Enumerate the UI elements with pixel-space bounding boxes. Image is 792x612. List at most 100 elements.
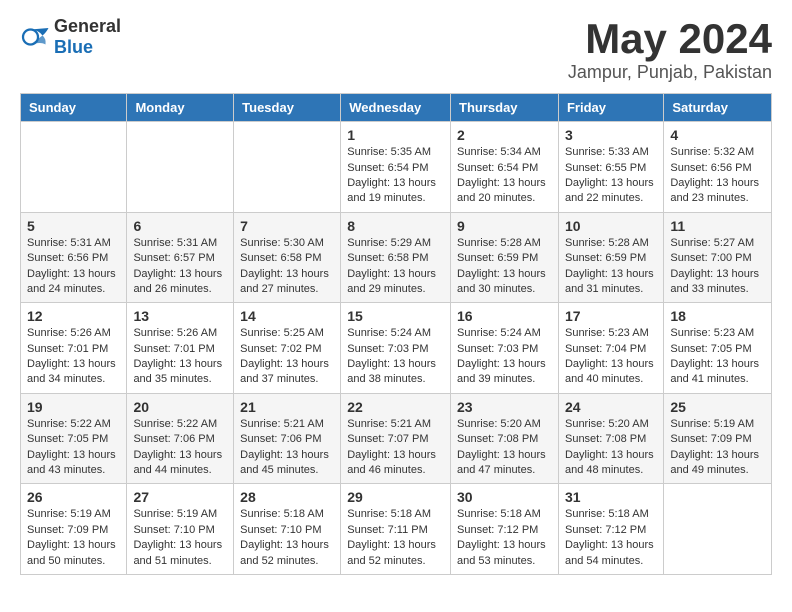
calendar-cell: 31 Sunrise: 5:18 AM Sunset: 7:12 PM Dayli… bbox=[558, 484, 663, 575]
day-number: 11 bbox=[670, 218, 765, 234]
calendar-cell: 23 Sunrise: 5:20 AM Sunset: 7:08 PM Dayli… bbox=[451, 393, 559, 484]
day-info: Sunrise: 5:28 AM Sunset: 6:59 PM Dayligh… bbox=[565, 236, 657, 298]
day-info: Sunrise: 5:18 AM Sunset: 7:10 PM Dayligh… bbox=[240, 507, 334, 569]
day-number: 5 bbox=[27, 218, 120, 234]
calendar-cell: 29Sunrise: 5:18 AM Sunset: 7:11 PM Dayli… bbox=[341, 484, 451, 575]
day-number: 10 bbox=[565, 218, 657, 234]
day-number: 28 bbox=[240, 489, 334, 505]
calendar-cell: 21 Sunrise: 5:21 AM Sunset: 7:06 PM Dayli… bbox=[234, 393, 341, 484]
calendar-week-row: 26 Sunrise: 5:19 AM Sunset: 7:09 PM Dayli… bbox=[21, 484, 772, 575]
weekday-header: Wednesday bbox=[341, 94, 451, 122]
day-number: 13 bbox=[133, 308, 227, 324]
day-info: Sunrise: 5:31 AM Sunset: 6:56 PM Dayligh… bbox=[27, 236, 120, 298]
day-info: Sunrise: 5:23 AM Sunset: 7:05 PM Dayligh… bbox=[670, 326, 765, 388]
logo-general-text: General bbox=[54, 16, 121, 37]
calendar-cell bbox=[127, 122, 234, 213]
day-info: Sunrise: 5:19 AM Sunset: 7:09 PM Dayligh… bbox=[670, 417, 765, 479]
calendar-cell: 28 Sunrise: 5:18 AM Sunset: 7:10 PM Dayli… bbox=[234, 484, 341, 575]
calendar-cell bbox=[234, 122, 341, 213]
day-number: 15 bbox=[347, 308, 444, 324]
header: General Blue May 2024 Jampur, Punjab, Pa… bbox=[20, 16, 772, 83]
calendar-cell: 7 Sunrise: 5:30 AM Sunset: 6:58 PM Daylig… bbox=[234, 212, 341, 303]
day-info: Sunrise: 5:24 AM Sunset: 7:03 PM Dayligh… bbox=[347, 326, 444, 388]
day-info: Sunrise: 5:21 AM Sunset: 7:07 PM Dayligh… bbox=[347, 417, 444, 479]
day-number: 8 bbox=[347, 218, 444, 234]
calendar-cell: 26 Sunrise: 5:19 AM Sunset: 7:09 PM Dayli… bbox=[21, 484, 127, 575]
weekday-header: Tuesday bbox=[234, 94, 341, 122]
day-number: 14 bbox=[240, 308, 334, 324]
calendar-cell: 22 Sunrise: 5:21 AM Sunset: 7:07 PM Dayli… bbox=[341, 393, 451, 484]
day-number: 1 bbox=[347, 127, 444, 143]
weekday-header: Friday bbox=[558, 94, 663, 122]
day-info: Sunrise: 5:21 AM Sunset: 7:06 PM Dayligh… bbox=[240, 417, 334, 479]
calendar-cell: 1 Sunrise: 5:35 AM Sunset: 6:54 PM Daylig… bbox=[341, 122, 451, 213]
calendar-cell: 6 Sunrise: 5:31 AM Sunset: 6:57 PM Daylig… bbox=[127, 212, 234, 303]
day-number: 21 bbox=[240, 399, 334, 415]
day-info: Sunrise: 5:31 AM Sunset: 6:57 PM Dayligh… bbox=[133, 236, 227, 298]
calendar-cell: 19 Sunrise: 5:22 AM Sunset: 7:05 PM Dayli… bbox=[21, 393, 127, 484]
day-info: Sunrise: 5:20 AM Sunset: 7:08 PM Dayligh… bbox=[565, 417, 657, 479]
logo-blue-text: Blue bbox=[54, 37, 121, 58]
day-info: Sunrise: 5:23 AM Sunset: 7:04 PM Dayligh… bbox=[565, 326, 657, 388]
day-number: 19 bbox=[27, 399, 120, 415]
title-block: May 2024 Jampur, Punjab, Pakistan bbox=[568, 16, 772, 83]
day-info: Sunrise: 5:20 AM Sunset: 7:08 PM Dayligh… bbox=[457, 417, 552, 479]
day-info: Sunrise: 5:25 AM Sunset: 7:02 PM Dayligh… bbox=[240, 326, 334, 388]
day-info: Sunrise: 5:19 AM Sunset: 7:09 PM Dayligh… bbox=[27, 507, 120, 569]
day-number: 26 bbox=[27, 489, 120, 505]
calendar-cell: 18Sunrise: 5:23 AM Sunset: 7:05 PM Dayli… bbox=[664, 303, 772, 394]
day-number: 25 bbox=[670, 399, 765, 415]
calendar-header-row: SundayMondayTuesdayWednesdayThursdayFrid… bbox=[21, 94, 772, 122]
calendar-cell: 30 Sunrise: 5:18 AM Sunset: 7:12 PM Dayli… bbox=[451, 484, 559, 575]
day-info: Sunrise: 5:30 AM Sunset: 6:58 PM Dayligh… bbox=[240, 236, 334, 298]
day-info: Sunrise: 5:22 AM Sunset: 7:05 PM Dayligh… bbox=[27, 417, 120, 479]
calendar-cell: 24Sunrise: 5:20 AM Sunset: 7:08 PM Dayli… bbox=[558, 393, 663, 484]
day-number: 20 bbox=[133, 399, 227, 415]
subtitle: Jampur, Punjab, Pakistan bbox=[568, 62, 772, 83]
calendar-cell: 8Sunrise: 5:29 AM Sunset: 6:58 PM Daylig… bbox=[341, 212, 451, 303]
calendar-table: SundayMondayTuesdayWednesdayThursdayFrid… bbox=[20, 93, 772, 575]
day-number: 12 bbox=[27, 308, 120, 324]
logo-icon bbox=[20, 22, 50, 52]
calendar-cell: 4Sunrise: 5:32 AM Sunset: 6:56 PM Daylig… bbox=[664, 122, 772, 213]
calendar-cell: 10 Sunrise: 5:28 AM Sunset: 6:59 PM Dayli… bbox=[558, 212, 663, 303]
day-info: Sunrise: 5:19 AM Sunset: 7:10 PM Dayligh… bbox=[133, 507, 227, 569]
day-number: 7 bbox=[240, 218, 334, 234]
calendar-week-row: 5 Sunrise: 5:31 AM Sunset: 6:56 PM Daylig… bbox=[21, 212, 772, 303]
logo-text: General Blue bbox=[54, 16, 121, 58]
day-info: Sunrise: 5:22 AM Sunset: 7:06 PM Dayligh… bbox=[133, 417, 227, 479]
day-number: 23 bbox=[457, 399, 552, 415]
calendar-week-row: 12 Sunrise: 5:26 AM Sunset: 7:01 PM Dayli… bbox=[21, 303, 772, 394]
weekday-header: Saturday bbox=[664, 94, 772, 122]
day-number: 3 bbox=[565, 127, 657, 143]
weekday-header: Thursday bbox=[451, 94, 559, 122]
calendar-cell: 16Sunrise: 5:24 AM Sunset: 7:03 PM Dayli… bbox=[451, 303, 559, 394]
calendar-cell: 15 Sunrise: 5:24 AM Sunset: 7:03 PM Dayli… bbox=[341, 303, 451, 394]
day-info: Sunrise: 5:24 AM Sunset: 7:03 PM Dayligh… bbox=[457, 326, 552, 388]
day-info: Sunrise: 5:27 AM Sunset: 7:00 PM Dayligh… bbox=[670, 236, 765, 298]
day-info: Sunrise: 5:32 AM Sunset: 6:56 PM Dayligh… bbox=[670, 145, 765, 207]
day-info: Sunrise: 5:33 AM Sunset: 6:55 PM Dayligh… bbox=[565, 145, 657, 207]
calendar-cell: 3 Sunrise: 5:33 AM Sunset: 6:55 PM Daylig… bbox=[558, 122, 663, 213]
calendar-cell: 9Sunrise: 5:28 AM Sunset: 6:59 PM Daylig… bbox=[451, 212, 559, 303]
day-info: Sunrise: 5:18 AM Sunset: 7:12 PM Dayligh… bbox=[457, 507, 552, 569]
day-info: Sunrise: 5:26 AM Sunset: 7:01 PM Dayligh… bbox=[133, 326, 227, 388]
day-info: Sunrise: 5:18 AM Sunset: 7:12 PM Dayligh… bbox=[565, 507, 657, 569]
day-number: 2 bbox=[457, 127, 552, 143]
calendar-cell: 27 Sunrise: 5:19 AM Sunset: 7:10 PM Dayli… bbox=[127, 484, 234, 575]
day-number: 31 bbox=[565, 489, 657, 505]
main-title: May 2024 bbox=[568, 16, 772, 62]
day-info: Sunrise: 5:18 AM Sunset: 7:11 PM Dayligh… bbox=[347, 507, 444, 569]
day-number: 17 bbox=[565, 308, 657, 324]
calendar-cell: 12 Sunrise: 5:26 AM Sunset: 7:01 PM Dayli… bbox=[21, 303, 127, 394]
day-info: Sunrise: 5:35 AM Sunset: 6:54 PM Dayligh… bbox=[347, 145, 444, 207]
day-info: Sunrise: 5:28 AM Sunset: 6:59 PM Dayligh… bbox=[457, 236, 552, 298]
day-info: Sunrise: 5:26 AM Sunset: 7:01 PM Dayligh… bbox=[27, 326, 120, 388]
day-number: 27 bbox=[133, 489, 227, 505]
day-number: 30 bbox=[457, 489, 552, 505]
day-number: 6 bbox=[133, 218, 227, 234]
calendar-cell: 5 Sunrise: 5:31 AM Sunset: 6:56 PM Daylig… bbox=[21, 212, 127, 303]
day-number: 22 bbox=[347, 399, 444, 415]
calendar-cell: 2Sunrise: 5:34 AM Sunset: 6:54 PM Daylig… bbox=[451, 122, 559, 213]
calendar-cell: 17 Sunrise: 5:23 AM Sunset: 7:04 PM Dayli… bbox=[558, 303, 663, 394]
